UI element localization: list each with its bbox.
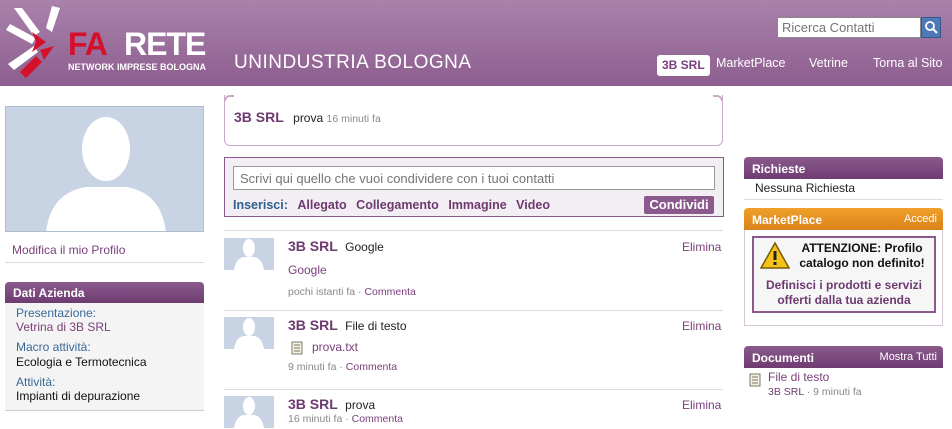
insert-image-link[interactable]: Immagine [448,198,506,212]
latest-status-author[interactable]: 3B SRL [234,109,284,125]
feed-avatar[interactable] [224,396,274,428]
feed-attachment-link[interactable]: prova.txt [312,340,358,354]
divider [5,262,204,263]
feed-time: pochi istanti fa [288,286,356,298]
presentation-label: Presentazione: [16,306,97,320]
search-icon [925,21,938,34]
documents-header: Documenti Mostra Tutti [744,346,943,368]
feed-item-header: 3B SRL File di testo [288,317,407,333]
marketplace-header: MarketPlace Accedi [744,208,943,230]
divider [224,310,723,311]
header: FA RETE NETWORK IMPRESE BOLOGNA UNINDUST… [0,0,952,86]
document-meta: 3B SRL · 9 minuti fa [768,386,862,398]
document-author[interactable]: 3B SRL [768,386,804,398]
search-contacts-input[interactable] [777,17,921,38]
delete-link[interactable]: Elimina [682,319,721,333]
company-data-header: Dati Azienda [5,282,204,303]
requests-title: Richieste [752,162,806,176]
feed-avatar[interactable] [224,238,274,270]
feed-item-header: 3B SRL prova [288,396,375,412]
activity-value: Impianti di depurazione [16,389,141,403]
feed-text: Google [345,240,384,254]
presentation-value[interactable]: Vetrina di 3B SRL [16,320,111,334]
warning-title: ATTENZIONE: Profilo catalogo non definit… [799,241,925,270]
comment-link[interactable]: Commenta [352,413,403,425]
document-link[interactable]: File di testo [768,370,829,384]
feed-author[interactable]: 3B SRL [288,238,338,254]
insert-label: Inserisci: [233,198,288,212]
feed-meta: 16 minuti fa · Commenta [288,413,403,425]
latest-status-text: prova [293,111,324,125]
delete-link[interactable]: Elimina [682,240,721,254]
feed-text: File di testo [345,319,407,333]
card-corner [224,95,234,101]
text-file-icon [749,373,761,390]
feed-time: 16 minuti fa [288,413,343,425]
default-avatar-icon [234,397,264,428]
feed-author[interactable]: 3B SRL [288,317,338,333]
latest-status: 3B SRL prova 16 minuti fa [234,109,381,125]
org-name: UNINDUSTRIA BOLOGNA [234,52,472,73]
nav-torna-al-sito[interactable]: Torna al Sito [873,56,942,76]
divider [224,230,723,231]
activity-label: Attività: [16,375,56,389]
edit-profile-link[interactable]: Modifica il mio Profilo [12,243,125,257]
comment-link[interactable]: Commenta [364,286,415,298]
marketplace-title: MarketPlace [752,213,823,227]
comment-link[interactable]: Commenta [346,361,397,373]
marketplace-access-link[interactable]: Accedi [904,213,937,225]
feed-avatar[interactable] [224,317,274,349]
share-input[interactable] [233,166,715,190]
insert-video-link[interactable]: Video [516,198,550,212]
warning-icon [759,241,791,274]
insert-row: Inserisci: Allegato Collegamento Immagin… [233,198,550,212]
feed-item-header: 3B SRL Google [288,238,384,254]
farete-logo[interactable]: FA RETE NETWORK IMPRESE BOLOGNA [6,6,206,80]
requests-text: Nessuna Richiesta [755,181,856,195]
divider [224,389,723,390]
feed-attachment-link[interactable]: Google [288,263,327,277]
logo-fa-text: FA [68,26,108,62]
macro-activity-value: Ecologia e Termotecnica [16,355,147,369]
define-catalog-link[interactable]: Definisci i prodotti e servizi offerti d… [756,278,932,308]
nav-marketplace[interactable]: MarketPlace [716,56,785,76]
logo-subtitle: NETWORK IMPRESE BOLOGNA [68,62,207,72]
show-all-documents-link[interactable]: Mostra Tutti [880,351,937,363]
feed-meta: pochi istanti fa · Commenta [288,286,416,298]
default-avatar-icon [234,239,264,270]
default-avatar-icon [234,318,264,349]
default-avatar-icon [46,117,166,231]
delete-link[interactable]: Elimina [682,398,721,412]
feed-meta: 9 minuti fa · Commenta [288,361,398,373]
feed-text: prova [345,398,376,412]
share-button[interactable]: Condividi [644,196,714,214]
nav-3b-srl[interactable]: 3B SRL [657,55,710,76]
arrows-logo-icon [6,6,60,78]
insert-link-link[interactable]: Collegamento [356,198,439,212]
requests-header: Richieste [744,157,943,179]
logo-rete-text: RETE [124,26,206,62]
nav-vetrine[interactable]: Vetrine [809,56,848,76]
search-button[interactable] [921,17,941,38]
documents-title: Documenti [752,351,815,365]
text-file-icon [291,341,303,358]
macro-activity-label: Macro attività: [16,340,91,354]
document-time: 9 minuti fa [813,386,862,398]
latest-status-time: 16 minuti fa [326,113,381,125]
insert-attachment-link[interactable]: Allegato [297,198,346,212]
profile-avatar[interactable] [5,106,204,232]
divider [744,199,943,200]
feed-time: 9 minuti fa [288,361,337,373]
feed-author[interactable]: 3B SRL [288,396,338,412]
